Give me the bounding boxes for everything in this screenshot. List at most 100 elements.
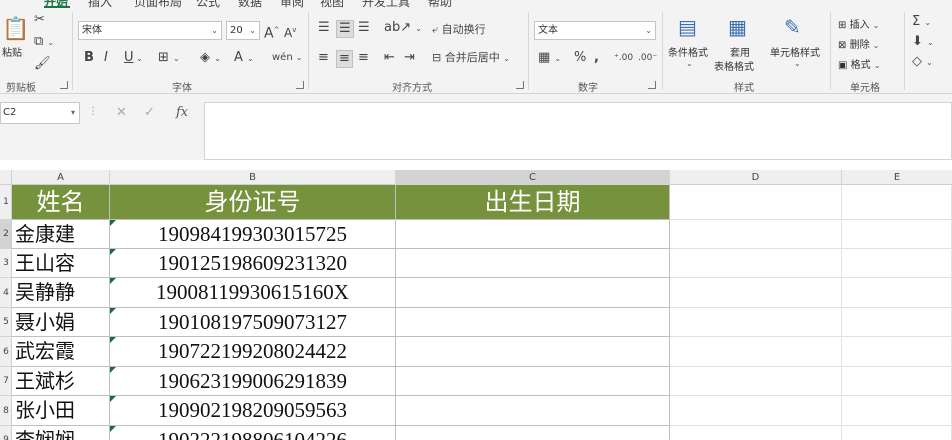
row-header[interactable]: 2 <box>0 220 11 249</box>
align-center-icon[interactable]: ≡ <box>336 50 353 68</box>
increase-indent-icon[interactable]: ⇥ <box>404 50 415 66</box>
table-cell-name[interactable]: 张小田 <box>12 396 110 426</box>
borders-icon[interactable]: ⊞ ⌄ <box>158 50 180 67</box>
empty-cell[interactable] <box>842 426 952 440</box>
header-cell-id[interactable]: 身份证号 <box>110 185 396 220</box>
empty-cell[interactable] <box>842 278 952 308</box>
shrink-font-button[interactable]: Av <box>284 22 296 41</box>
empty-cell[interactable] <box>842 220 952 249</box>
table-cell-name[interactable]: 王斌杉 <box>12 367 110 396</box>
format-as-table-label-2[interactable]: 表格格式 <box>714 58 754 73</box>
underline-button[interactable]: U <box>124 50 134 66</box>
row-header[interactable]: 3 <box>0 249 11 278</box>
clipboard-launcher-icon[interactable] <box>60 81 68 89</box>
empty-cell[interactable] <box>670 278 842 308</box>
copy-icon[interactable]: ⧉ ⌄ <box>34 34 54 51</box>
format-painter-icon[interactable]: 🖌 <box>34 56 51 72</box>
empty-cell[interactable] <box>842 367 952 396</box>
empty-cell[interactable] <box>842 396 952 426</box>
table-cell-birth[interactable] <box>396 220 670 249</box>
font-size-combo[interactable]: 20 ⌄ <box>226 21 260 40</box>
table-cell-birth[interactable] <box>396 337 670 367</box>
row-header[interactable]: 9 <box>0 426 11 440</box>
table-cell-id[interactable]: 190722199208024422 <box>110 337 396 367</box>
table-cell-id[interactable]: 190623199006291839 <box>110 367 396 396</box>
table-cell-name[interactable]: 聂小娟 <box>12 308 110 337</box>
table-cell-name[interactable]: 王山容 <box>12 249 110 278</box>
cut-icon[interactable]: ✂ <box>34 12 45 28</box>
header-cell-birth[interactable]: 出生日期 <box>396 185 670 220</box>
empty-cell[interactable] <box>842 337 952 367</box>
row-header[interactable]: 6 <box>0 337 11 367</box>
font-color-icon[interactable]: A ⌄ <box>234 50 254 67</box>
row-header[interactable]: 7 <box>0 367 11 396</box>
column-header-e[interactable]: E <box>842 170 952 185</box>
conditional-format-button[interactable]: 条件格式 <box>668 44 708 59</box>
orientation-icon[interactable]: ab↗ ⌄ <box>384 20 422 37</box>
accounting-format-icon[interactable]: ▦ ⌄ <box>538 50 561 67</box>
percent-style-icon[interactable]: % <box>574 50 586 66</box>
underline-dropdown-icon[interactable]: ⌄ <box>136 50 143 67</box>
format-as-table-label-1[interactable]: 套用 <box>730 44 750 59</box>
fill-color-icon[interactable]: ◈ ⌄ <box>200 50 221 67</box>
tab-formulas[interactable]: 公式 <box>196 0 220 8</box>
row-header[interactable]: 1 <box>0 185 11 220</box>
table-cell-name[interactable]: 李娴娴 <box>12 426 110 440</box>
phonetic-icon[interactable]: wén ⌄ <box>272 50 303 66</box>
column-header-a[interactable]: A <box>12 170 110 185</box>
tab-view[interactable]: 视图 <box>320 0 344 8</box>
align-middle-icon[interactable]: ☰ <box>336 20 354 38</box>
font-name-combo[interactable]: 宋体 ⌄ <box>78 21 222 40</box>
fill-icon[interactable]: ⬇ ⌄ <box>912 34 934 51</box>
table-cell-id[interactable]: 190125198609231320 <box>110 249 396 278</box>
table-cell-id[interactable]: 19008119930615160X <box>110 278 396 308</box>
table-cell-birth[interactable] <box>396 278 670 308</box>
empty-cell[interactable] <box>670 396 842 426</box>
align-bottom-icon[interactable]: ☰ <box>358 20 370 36</box>
autosum-icon[interactable]: Σ ⌄ <box>912 14 931 31</box>
cancel-icon[interactable]: ✕ <box>116 105 127 120</box>
name-box[interactable]: C2 ▾ <box>0 102 80 124</box>
bold-button[interactable]: B <box>84 50 94 66</box>
alignment-launcher-icon[interactable] <box>516 81 524 89</box>
insert-function-icon[interactable]: fx <box>176 105 188 120</box>
table-cell-name[interactable]: 武宏霞 <box>12 337 110 367</box>
paste-button-label[interactable]: 粘贴 <box>2 44 22 59</box>
cell-styles-dropdown-icon[interactable]: ⌄ <box>794 58 801 69</box>
empty-cell[interactable] <box>842 185 952 220</box>
table-cell-birth[interactable] <box>396 367 670 396</box>
table-cell-id[interactable]: 190902198209059563 <box>110 396 396 426</box>
paste-icon[interactable]: 📋 <box>2 18 29 42</box>
header-cell-name[interactable]: 姓名 <box>12 185 110 220</box>
column-header-b[interactable]: B <box>110 170 396 185</box>
conditional-format-icon[interactable]: ▤ <box>678 16 697 38</box>
table-cell-id[interactable]: 190984199303015725 <box>110 220 396 249</box>
tab-review[interactable]: 审阅 <box>280 0 304 8</box>
align-right-icon[interactable]: ≡ <box>358 50 369 66</box>
formula-input[interactable] <box>204 102 952 160</box>
empty-cell[interactable] <box>670 367 842 396</box>
cell-styles-icon[interactable]: ✎ <box>784 16 801 38</box>
tab-developer[interactable]: 开发工具 <box>362 0 410 8</box>
formula-bar-splitter-icon[interactable]: ⋮ <box>88 106 98 117</box>
row-header[interactable]: 5 <box>0 308 11 337</box>
empty-cell[interactable] <box>842 249 952 278</box>
align-top-icon[interactable]: ☰ <box>318 20 330 36</box>
column-header-d[interactable]: D <box>670 170 842 185</box>
column-header-c[interactable]: C <box>396 170 670 185</box>
row-header[interactable]: 8 <box>0 396 11 426</box>
decrease-indent-icon[interactable]: ⇤ <box>384 50 395 66</box>
table-cell-id[interactable]: 190108197509073127 <box>110 308 396 337</box>
font-launcher-icon[interactable] <box>296 81 304 89</box>
comma-style-icon[interactable]: , <box>594 50 599 66</box>
table-cell-birth[interactable] <box>396 396 670 426</box>
format-as-table-icon[interactable]: ▦ <box>728 16 747 38</box>
table-cell-birth[interactable] <box>396 426 670 440</box>
select-all-corner[interactable] <box>0 170 12 185</box>
table-cell-name[interactable]: 吴静静 <box>12 278 110 308</box>
empty-cell[interactable] <box>670 308 842 337</box>
row-header[interactable]: 4 <box>0 278 11 308</box>
tab-data[interactable]: 数据 <box>238 0 262 8</box>
enter-icon[interactable]: ✓ <box>144 105 155 120</box>
table-cell-birth[interactable] <box>396 308 670 337</box>
